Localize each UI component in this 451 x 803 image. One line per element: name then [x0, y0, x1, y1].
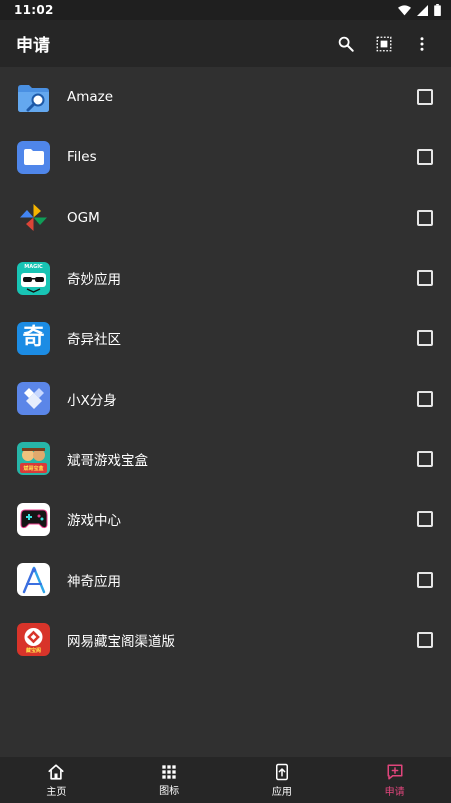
- grid-icon: [162, 764, 176, 779]
- list-item[interactable]: MAGIC 奇妙应用: [0, 248, 451, 308]
- app-name: 奇妙应用: [67, 272, 121, 289]
- qimiao-icon-badge: MAGIC: [24, 263, 43, 270]
- list-item[interactable]: OGM: [0, 188, 451, 248]
- app-upload-icon: [275, 763, 288, 780]
- nav-label: 申请: [384, 786, 405, 798]
- select-all-button[interactable]: [365, 25, 403, 63]
- app-checkbox[interactable]: [417, 631, 433, 648]
- app-checkbox[interactable]: [417, 571, 433, 588]
- select-all-icon: [376, 36, 392, 51]
- qiyi-icon-glyph: 奇: [22, 325, 45, 351]
- status-icons: [398, 1, 441, 20]
- cangbaoge-icon: 藏宝阁: [17, 623, 50, 657]
- app-bar: 申请: [0, 20, 451, 67]
- app-name: 网易藏宝阁渠道版: [67, 633, 175, 650]
- app-name: Amaze: [67, 89, 114, 106]
- bottom-nav: 主页 图标 应用 申请: [0, 757, 451, 803]
- app-checkbox[interactable]: [417, 89, 433, 106]
- amaze-icon: [17, 81, 50, 114]
- signal-icon: [417, 1, 428, 20]
- more-options-button[interactable]: [403, 25, 441, 63]
- nav-item-icons[interactable]: 图标: [113, 757, 226, 803]
- shenqi-icon: [17, 563, 50, 597]
- cangbaoge-icon-badge: 藏宝阁: [25, 648, 41, 655]
- app-checkbox[interactable]: [417, 149, 433, 166]
- app-checkbox[interactable]: [417, 511, 433, 528]
- app-list: Amaze Files OGM MAGIC 奇妙应用 奇 奇异社区 小X分身 斌…: [0, 67, 451, 670]
- app-checkbox[interactable]: [417, 450, 433, 467]
- request-icon: [387, 764, 403, 779]
- binge-icon-badge: 斌哥宝盒: [23, 466, 44, 473]
- list-item[interactable]: 奇 奇异社区: [0, 308, 451, 368]
- status-bar: 11:02: [0, 0, 451, 20]
- list-item[interactable]: Files: [0, 127, 451, 187]
- list-item[interactable]: Amaze: [0, 67, 451, 127]
- more-vert-icon: [420, 36, 424, 51]
- home-icon: [48, 763, 64, 780]
- files-icon: [17, 140, 50, 174]
- list-item[interactable]: 神奇应用: [0, 549, 451, 609]
- list-item[interactable]: 斌哥宝盒 斌哥游戏宝盒: [0, 429, 451, 489]
- nav-item-apps[interactable]: 应用: [226, 757, 339, 803]
- list-item[interactable]: 藏宝阁 网易藏宝阁渠道版: [0, 610, 451, 670]
- app-checkbox[interactable]: [417, 209, 433, 226]
- status-time: 11:02: [14, 3, 54, 17]
- app-name: Files: [67, 149, 97, 166]
- nav-label: 图标: [159, 785, 180, 797]
- app-name: 小X分身: [67, 392, 117, 409]
- binge-icon: 斌哥宝盒: [17, 442, 50, 476]
- list-item[interactable]: 小X分身: [0, 368, 451, 428]
- nav-item-request[interactable]: 申请: [338, 757, 451, 803]
- wifi-icon: [398, 1, 411, 20]
- game-center-icon: [17, 502, 50, 536]
- xiaox-icon: [17, 382, 50, 416]
- app-checkbox[interactable]: [417, 330, 433, 347]
- app-name: OGM: [67, 209, 100, 226]
- qiyi-icon: 奇: [17, 321, 50, 355]
- screen: 11:02 申请 Amaze Files OGM MAGIC 奇妙应用 奇 奇异…: [0, 0, 451, 803]
- search-button[interactable]: [327, 25, 365, 63]
- list-item[interactable]: 游戏中心: [0, 489, 451, 549]
- battery-icon: [434, 1, 441, 20]
- page-title: 申请: [16, 36, 50, 56]
- nav-label: 主页: [46, 786, 67, 798]
- app-name: 斌哥游戏宝盒: [67, 452, 148, 469]
- nav-label: 应用: [271, 786, 292, 798]
- qimiao-icon: MAGIC: [17, 261, 50, 295]
- app-checkbox[interactable]: [417, 270, 433, 287]
- nav-item-home[interactable]: 主页: [0, 757, 113, 803]
- app-name: 奇异社区: [67, 332, 121, 349]
- search-icon: [338, 36, 354, 52]
- app-name: 游戏中心: [67, 513, 121, 530]
- app-name: 神奇应用: [67, 573, 121, 590]
- app-checkbox[interactable]: [417, 390, 433, 407]
- app-bar-actions: [327, 25, 441, 63]
- ogm-icon: [17, 201, 50, 234]
